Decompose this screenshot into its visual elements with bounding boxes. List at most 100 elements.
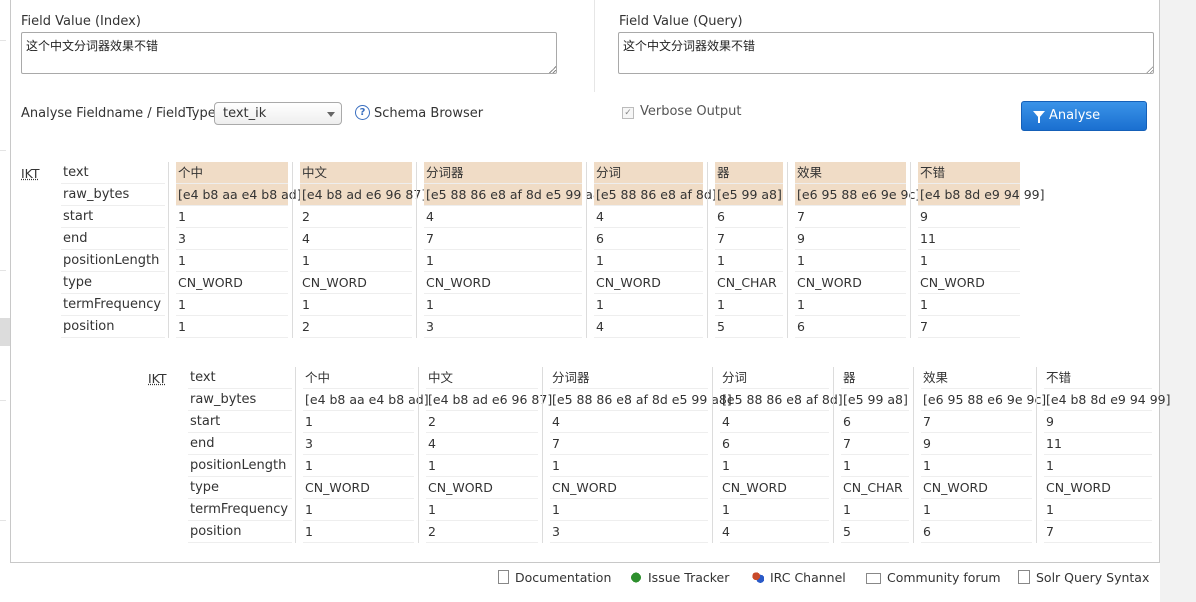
token-positionlength-cell: 1 — [426, 455, 538, 477]
token-raw_bytes-cell: [e5 99 a8] — [715, 184, 783, 206]
token-position-cell: 3 — [550, 521, 708, 543]
token-text-cell: 不错 — [1044, 367, 1152, 389]
mail-icon — [866, 573, 881, 584]
token-type-cell: CN_WORD — [426, 477, 538, 499]
footer-community-forum[interactable]: Community forum — [866, 570, 1001, 585]
token-end-cell: 11 — [1044, 433, 1152, 455]
footer-irc-channel[interactable]: IRC Channel — [752, 570, 846, 585]
sidebar-selected-shade — [0, 318, 10, 346]
token-raw_bytes-cell: [e6 95 88 e6 9e 9c] — [795, 184, 920, 206]
token-text-cell: 不错 — [918, 162, 1020, 184]
token-type-cell: CN_WORD — [918, 272, 1020, 294]
footer-documentation[interactable]: Documentation — [498, 570, 611, 585]
token-text-cell: 分词 — [594, 162, 703, 184]
token-column: 效果 [e6 95 88 e6 9e 9c] 7 9 1 CN_WORD 1 6 — [913, 367, 1046, 543]
fieldtype-select[interactable]: text_ik — [214, 102, 342, 125]
documentation-link[interactable]: Documentation — [515, 570, 611, 585]
token-end-cell: 9 — [921, 433, 1032, 455]
token-start-cell: 7 — [795, 206, 906, 228]
token-raw_bytes-cell: [e5 88 86 e8 af 8d e5 99 a8] — [550, 389, 732, 411]
token-position-cell: 1 — [176, 316, 288, 338]
token-termfrequency-cell: 1 — [550, 499, 708, 521]
help-icon[interactable]: ? — [355, 105, 370, 120]
row-label-type: type — [188, 477, 292, 499]
token-raw_bytes-cell: [e5 99 a8] — [841, 389, 909, 411]
token-end-cell: 6 — [720, 433, 829, 455]
token-text-cell: 中文 — [426, 367, 538, 389]
token-end-cell: 11 — [918, 228, 1020, 250]
token-column: 分词 [e5 88 86 e8 af 8d] 4 6 1 CN_WORD 1 4 — [712, 367, 843, 543]
token-type-cell: CN_CHAR — [841, 477, 909, 499]
token-termfrequency-cell: 1 — [715, 294, 783, 316]
token-raw_bytes-cell: [e4 b8 aa e4 b8 ad] — [176, 184, 302, 206]
analyse-fieldname-label: Analyse Fieldname / FieldType: — [21, 106, 221, 121]
query-syntax-link[interactable]: Solr Query Syntax — [1036, 570, 1149, 585]
token-type-cell: CN_WORD — [300, 272, 412, 294]
token-start-cell: 4 — [720, 411, 829, 433]
resize-grip-icon[interactable] — [549, 66, 556, 73]
token-end-cell: 4 — [426, 433, 538, 455]
token-raw_bytes-cell: [e4 b8 ad e6 96 87] — [300, 184, 426, 206]
footer-query-syntax[interactable]: Solr Query Syntax — [1018, 570, 1149, 585]
token-text-cell: 分词 — [720, 367, 829, 389]
fieldtype-select-value: text_ik — [223, 106, 267, 121]
token-start-cell: 4 — [424, 206, 582, 228]
token-raw_bytes-cell: [e5 88 86 e8 af 8d] — [594, 184, 717, 206]
row-label-position: position — [61, 316, 165, 338]
token-start-cell: 7 — [921, 411, 1032, 433]
footer-issue-tracker[interactable]: Issue Tracker — [630, 570, 729, 585]
irc-channel-link[interactable]: IRC Channel — [770, 570, 846, 585]
token-column: 器 [e5 99 a8] 6 7 1 CN_CHAR 1 5 — [707, 162, 783, 338]
tokenizer-abbr-index[interactable]: IKT — [21, 166, 40, 181]
token-positionlength-cell: 1 — [176, 250, 288, 272]
token-type-cell: CN_WORD — [795, 272, 906, 294]
token-position-cell: 7 — [1044, 521, 1152, 543]
row-label-positionlength: positionLength — [188, 455, 292, 477]
token-termfrequency-cell: 1 — [720, 499, 829, 521]
row-label-termfrequency: termFrequency — [61, 294, 165, 316]
row-label-positionlength: positionLength — [61, 250, 165, 272]
token-column: 效果 [e6 95 88 e6 9e 9c] 7 9 1 CN_WORD 1 6 — [787, 162, 920, 338]
row-label-termfrequency: termFrequency — [188, 499, 292, 521]
field-index-textarea[interactable]: 这个中文分词器效果不错 — [21, 32, 557, 74]
token-type-cell: CN_WORD — [594, 272, 703, 294]
token-start-cell: 9 — [918, 206, 1020, 228]
schema-browser-link[interactable]: Schema Browser — [374, 106, 483, 121]
token-start-cell: 2 — [300, 206, 412, 228]
token-position-cell: 2 — [426, 521, 538, 543]
token-end-cell: 6 — [594, 228, 703, 250]
token-end-cell: 3 — [303, 433, 414, 455]
field-query-textarea[interactable]: 这个中文分词器效果不错 — [618, 32, 1154, 74]
token-start-cell: 6 — [715, 206, 783, 228]
token-start-cell: 4 — [550, 411, 708, 433]
verbose-output-checkbox[interactable]: ✓ — [622, 107, 634, 119]
token-positionlength-cell: 1 — [841, 455, 909, 477]
token-type-cell: CN_WORD — [720, 477, 829, 499]
token-raw_bytes-cell: [e4 b8 aa e4 b8 ad] — [303, 389, 429, 411]
token-position-cell: 4 — [720, 521, 829, 543]
token-type-cell: CN_WORD — [550, 477, 708, 499]
left-sidebar-edge — [0, 0, 10, 602]
verbose-output-label[interactable]: Verbose Output — [640, 104, 742, 119]
token-raw_bytes-cell: [e6 95 88 e6 9e 9c] — [921, 389, 1046, 411]
token-start-cell: 1 — [303, 411, 414, 433]
token-termfrequency-cell: 1 — [426, 499, 538, 521]
token-start-cell: 4 — [594, 206, 703, 228]
analyse-values-button[interactable]: Analyse Values — [1021, 101, 1147, 151]
token-positionlength-cell: 1 — [795, 250, 906, 272]
token-type-cell: CN_WORD — [1044, 477, 1152, 499]
token-text-cell: 器 — [841, 367, 909, 389]
token-termfrequency-cell: 1 — [841, 499, 909, 521]
token-termfrequency-cell: 1 — [176, 294, 288, 316]
row-label-end: end — [61, 228, 165, 250]
token-raw_bytes-cell: [e5 88 86 e8 af 8d] — [720, 389, 843, 411]
token-positionlength-cell: 1 — [918, 250, 1020, 272]
row-label-raw_bytes: raw_bytes — [188, 389, 292, 411]
token-termfrequency-cell: 1 — [300, 294, 412, 316]
token-column: 中文 [e4 b8 ad e6 96 87] 2 4 1 CN_WORD 1 2 — [418, 367, 552, 543]
community-forum-link[interactable]: Community forum — [887, 570, 1001, 585]
tokenizer-abbr-query[interactable]: IKT — [148, 371, 167, 386]
resize-grip-icon[interactable] — [1146, 66, 1153, 73]
issue-tracker-link[interactable]: Issue Tracker — [648, 570, 729, 585]
token-positionlength-cell: 1 — [300, 250, 412, 272]
